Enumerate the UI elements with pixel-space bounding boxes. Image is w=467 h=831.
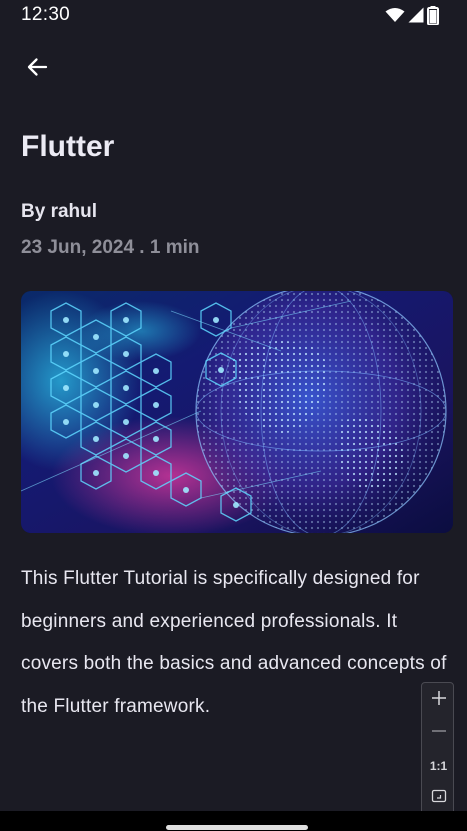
status-time: 12:30 [21,4,71,25]
home-indicator[interactable] [166,825,308,830]
zoom-controls: 1:1 [421,682,454,815]
zoom-in-button[interactable] [422,684,455,716]
zoom-out-button[interactable] [422,717,455,749]
zoom-fit-button[interactable] [422,782,455,814]
status-bar: 12:30 [0,0,467,32]
fit-screen-icon [431,788,447,809]
article-body: This Flutter Tutorial is specifically de… [21,568,447,717]
article-title: Flutter [21,130,115,163]
back-button[interactable] [17,49,57,89]
article-date-readtime: 23 Jun, 2024 . 1 min [21,237,200,258]
zoom-reset-button[interactable]: 1:1 [422,750,455,782]
signal-icon [408,7,424,23]
wifi-icon [385,7,405,23]
minus-icon [431,723,447,744]
article-author: By rahul [21,201,98,222]
status-icons [385,5,439,25]
arrow-left-icon [25,55,49,84]
article-screen: 12:30 Flutter By rahul 23 Jun, 2024 . 1 … [0,0,467,831]
article-hero-image [21,291,453,533]
battery-icon [427,5,439,25]
plus-icon [431,690,447,711]
